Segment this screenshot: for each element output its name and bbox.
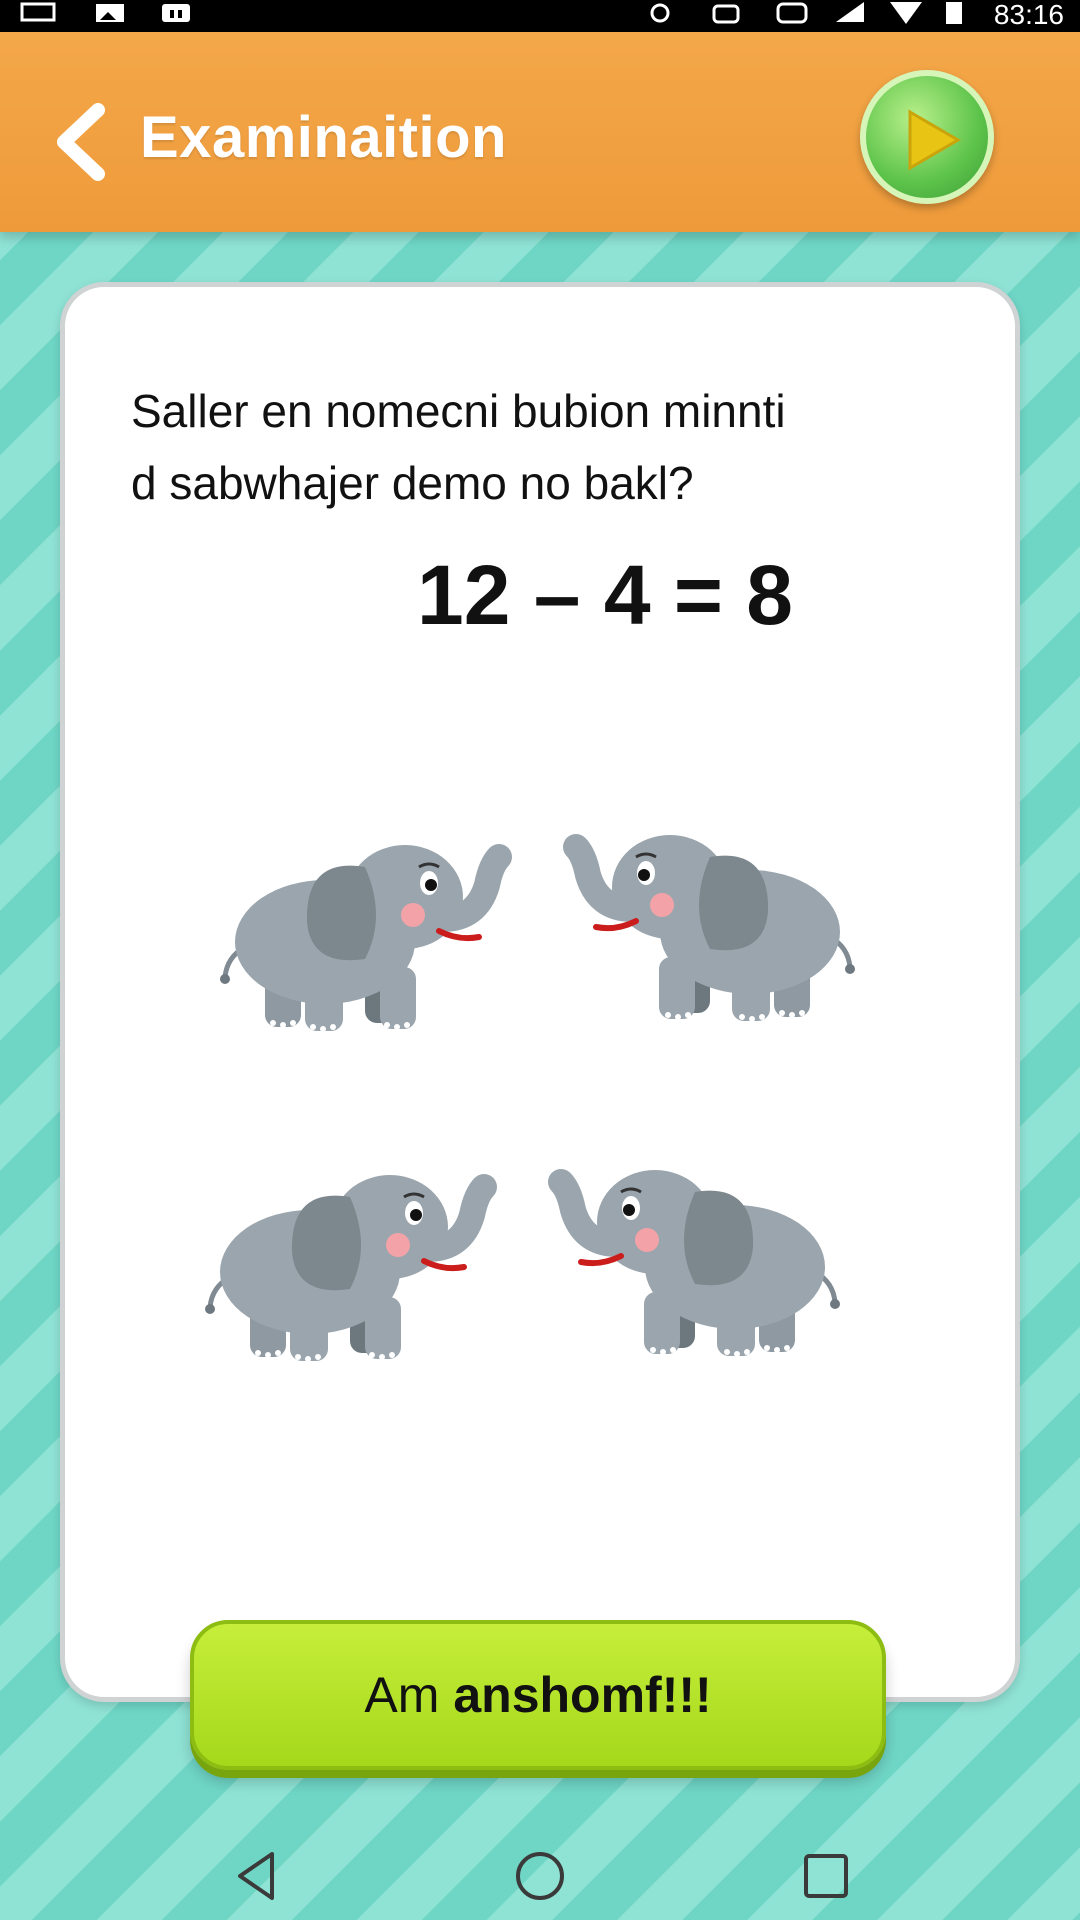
app-icon [162,4,190,22]
signal-icon [836,2,864,22]
clock: 83:16 [993,0,1064,30]
cast-icon [776,2,808,24]
answer-label-bold: anshomf!!! [453,1667,712,1723]
battery-icon [946,2,962,24]
sync-icon [650,3,670,23]
play-button[interactable] [860,70,994,204]
wifi-icon [890,2,922,24]
alarm-icon [712,4,740,24]
answer-button[interactable]: Am anshomf!!! [190,1620,886,1770]
page-title: Examinaition [140,105,507,170]
play-icon [908,109,961,171]
question-card: Saller en nomecni bubion minnti d sabwha… [60,282,1020,1702]
elephant-image [200,1157,500,1377]
elephant-image [215,827,515,1047]
window-icon [20,2,56,22]
app-header: Examinaition [0,32,1080,232]
nav-recents-icon[interactable] [796,1846,856,1906]
nav-back-icon[interactable] [226,1846,286,1906]
elephant-image [560,817,860,1037]
back-button[interactable] [52,102,112,182]
question-line-1: Saller en nomecni bubion minnti [131,385,786,437]
status-bar: 83:16 [0,0,1080,32]
elephant-image [545,1152,845,1372]
answer-label-plain: Am [364,1667,440,1723]
photo-icon [96,4,124,22]
question-line-2: d sabwhajer demo no bakl? [131,457,694,509]
equation: 12 – 4 = 8 [417,548,793,642]
chevron-left-icon [57,103,105,181]
question-text: Saller en nomecni bubion minnti d sabwha… [131,375,971,519]
navigation-bar [0,1830,1080,1920]
nav-home-icon[interactable] [510,1846,570,1906]
